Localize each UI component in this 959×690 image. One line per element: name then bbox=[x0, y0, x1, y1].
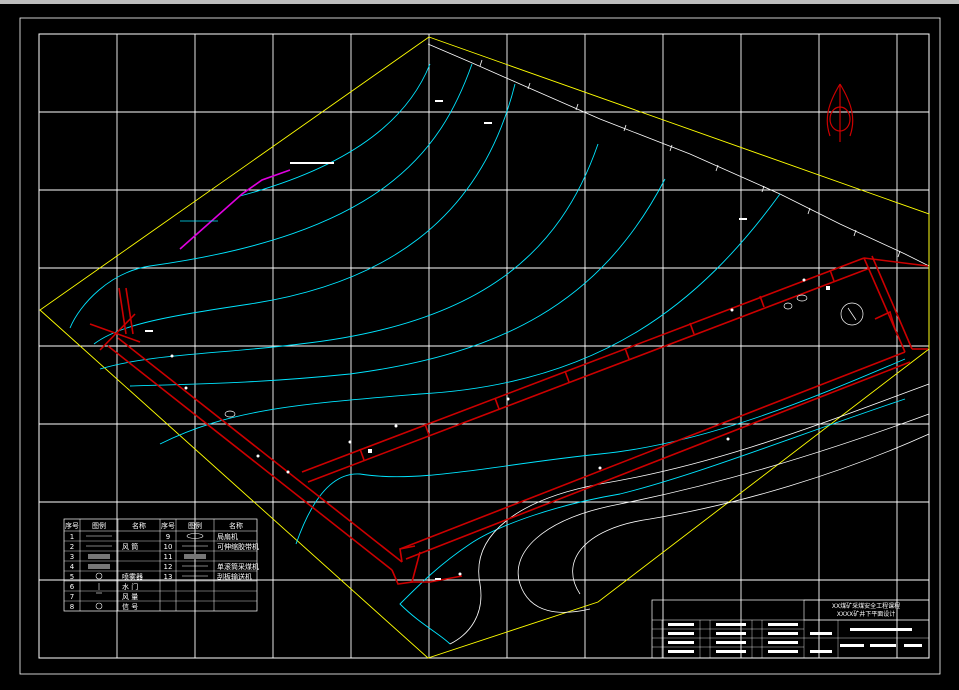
legend-header-name: 名称 bbox=[132, 521, 146, 530]
legend-row-no-2: 9 bbox=[166, 533, 170, 541]
mine-boundary bbox=[39, 36, 930, 659]
legend-row-name: 风 筒 bbox=[122, 542, 138, 551]
roadway-network bbox=[89, 255, 929, 585]
legend-row-no: 5 bbox=[70, 573, 74, 581]
legend-row-name-2: 局扇机 bbox=[217, 532, 238, 541]
sprayer-icon bbox=[95, 572, 103, 580]
property-line bbox=[427, 43, 930, 267]
coordinate-grid bbox=[39, 34, 929, 658]
legend-row-no-2: 11 bbox=[164, 553, 173, 561]
legend-header-symbol: 图例 bbox=[92, 521, 106, 530]
legend-header-no: 序号 bbox=[65, 521, 79, 530]
planned-roadway-marker bbox=[179, 169, 291, 250]
hatch-symbol-icon bbox=[88, 564, 110, 569]
legend-row-no: 8 bbox=[70, 603, 74, 611]
legend-row-no-2: 13 bbox=[164, 573, 173, 581]
legend-row-name: 信 号 bbox=[122, 602, 138, 611]
hatch-symbol-icon bbox=[88, 554, 110, 559]
legend-header-name-2: 名称 bbox=[229, 521, 243, 530]
legend-header-no-2: 序号 bbox=[161, 521, 175, 530]
north-arrow-icon bbox=[826, 83, 854, 142]
signal-icon bbox=[95, 602, 103, 610]
legend-row-name-2: 可伸缩胶带机 bbox=[217, 542, 259, 551]
legend-table: 序号 图例 名称 序号 图例 名称 1 2 3 4 5 6 7 8 风 筒 喷雾… bbox=[63, 518, 259, 612]
legend-row-no: 3 bbox=[70, 553, 74, 561]
title-block: XX煤矿采煤安全工程课程 XXXX矿井下平面设计 bbox=[651, 599, 930, 659]
legend-row-no: 7 bbox=[70, 593, 74, 601]
legend-row-no: 4 bbox=[70, 563, 75, 571]
legend-row-no-2: 12 bbox=[164, 563, 173, 571]
legend-row-name-2: 刮板输送机 bbox=[217, 572, 252, 581]
legend-row-no: 2 bbox=[70, 543, 74, 551]
title-line-2: XXXX矿井下平面设计 bbox=[837, 610, 895, 618]
cad-drawing-canvas: 序号 图例 名称 序号 图例 名称 1 2 3 4 5 6 7 8 风 筒 喷雾… bbox=[19, 17, 941, 675]
legend-row-no-2: 10 bbox=[164, 543, 173, 551]
legend-row-name: 风 量 bbox=[122, 593, 138, 601]
legend-header-symbol-2: 图例 bbox=[188, 521, 202, 530]
title-line-1: XX煤矿采煤安全工程课程 bbox=[832, 602, 900, 610]
elevation-labels bbox=[145, 100, 747, 332]
legend-row-no: 6 bbox=[70, 583, 75, 591]
legend-row-name-2: 单滚筒采煤机 bbox=[217, 562, 259, 571]
legend-row-name: 水 门 bbox=[122, 582, 138, 591]
hatch-symbol-icon bbox=[184, 554, 206, 559]
legend-row-name: 喷雾器 bbox=[122, 572, 143, 581]
equipment-markers bbox=[170, 278, 830, 580]
legend-row-no: 1 bbox=[70, 533, 74, 541]
